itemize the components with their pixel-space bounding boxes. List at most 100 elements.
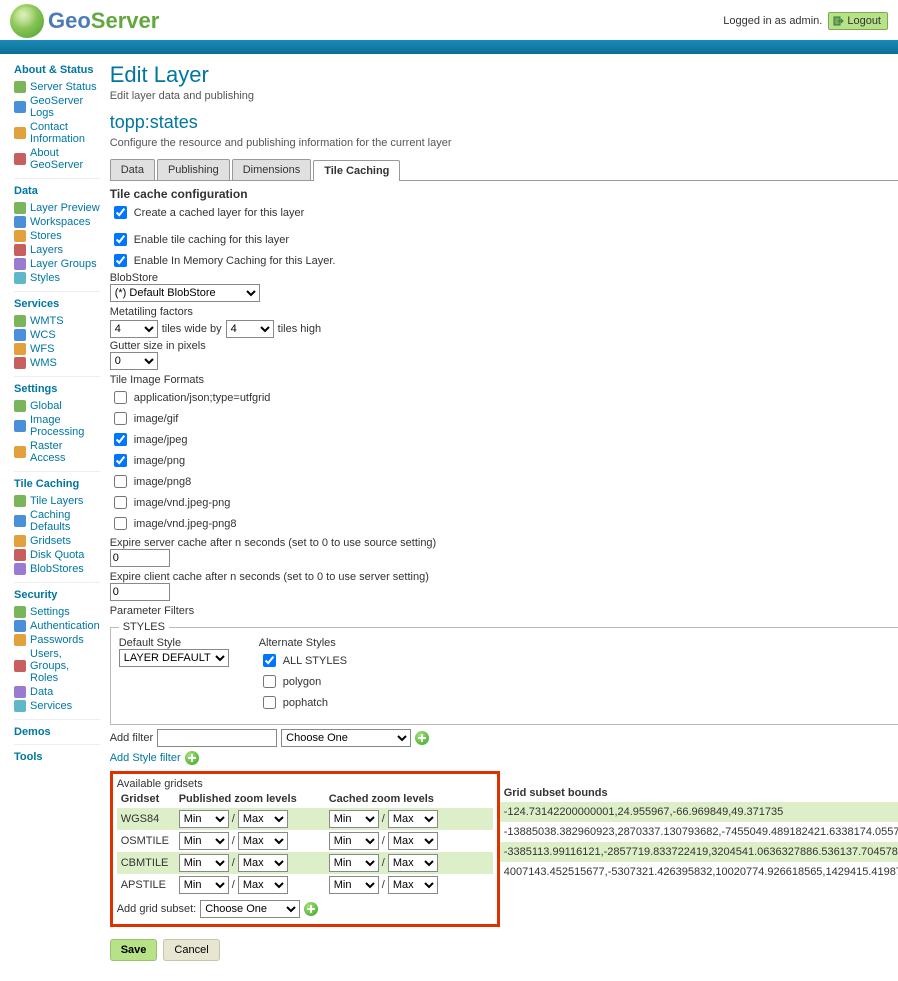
zoom-select[interactable]: Min [329,832,379,850]
save-button[interactable]: Save [110,939,158,961]
zoom-select[interactable]: Min [329,876,379,894]
zoom-select[interactable]: Max [388,876,438,894]
nav-label: Data [30,686,53,698]
bounds-text: -13885038.382960923,2870337.130793682,-7… [504,826,898,838]
nav-item[interactable]: GeoServer Logs [14,94,100,120]
nav-item[interactable]: Global [14,399,100,413]
nav-item[interactable]: Data [14,685,100,699]
nav-item[interactable]: Authentication [14,619,100,633]
enable-tile-checkbox[interactable] [114,233,127,246]
nav-label: Gridsets [30,535,71,547]
tiles-wide-select[interactable]: 4 [110,320,158,338]
nav-item[interactable]: Caching Defaults [14,508,100,534]
nav-label: Contact Information [30,121,100,145]
add-filter-select[interactable]: Choose One [281,729,411,747]
nav-icon [14,563,26,575]
nav-item[interactable]: Image Processing [14,413,100,439]
format-label: image/vnd.jpeg-png [134,497,231,509]
format-checkbox[interactable] [114,496,127,509]
nav-item[interactable]: Stores [14,229,100,243]
tiles-high-select[interactable]: 4 [226,320,274,338]
zoom-select[interactable]: Min [179,854,229,872]
nav-item[interactable]: Workspaces [14,215,100,229]
nav-item[interactable]: WMS [14,356,100,370]
zoom-select[interactable]: Max [238,832,288,850]
sidebar: About & StatusServer StatusGeoServer Log… [0,54,104,981]
alt-style-checkbox[interactable] [263,675,276,688]
tab-dimensions[interactable]: Dimensions [232,159,311,180]
zoom-select[interactable]: Min [329,810,379,828]
nav-icon [14,202,26,214]
exp-client-input[interactable] [110,583,170,601]
nav-item[interactable]: Passwords [14,633,100,647]
exp-server-input[interactable] [110,549,170,567]
col-bounds: Grid subset bounds [500,784,898,802]
nav-item[interactable]: Contact Information [14,120,100,146]
nav-item[interactable]: Services [14,699,100,713]
nav-item[interactable]: About GeoServer [14,146,100,172]
add-filter-input[interactable] [157,729,277,747]
nav-icon [14,495,26,507]
tab-publishing[interactable]: Publishing [157,159,230,180]
nav-item[interactable]: Raster Access [14,439,100,465]
gridset-name: APSTILE [117,874,175,896]
format-checkbox[interactable] [114,475,127,488]
zoom-select[interactable]: Max [388,832,438,850]
nav-item[interactable]: WMTS [14,314,100,328]
nav-item[interactable]: Tile Layers [14,494,100,508]
format-checkbox[interactable] [114,391,127,404]
zoom-select[interactable]: Min [179,832,229,850]
nav-demos-h[interactable]: Demos [14,726,100,738]
format-checkbox[interactable] [114,433,127,446]
nav-item[interactable]: Layers [14,243,100,257]
add-filter-label: Add filter [110,732,153,744]
zoom-select[interactable]: Min [329,854,379,872]
add-grid-subset-select[interactable]: Choose One [200,900,300,918]
alt-style-checkbox[interactable] [263,696,276,709]
create-cached-checkbox[interactable] [114,206,127,219]
nav-icon [14,343,26,355]
gutter-select[interactable]: 0 [110,352,158,370]
zoom-select[interactable]: Max [388,810,438,828]
param-filters-label: Parameter Filters [110,605,898,617]
zoom-select[interactable]: Max [238,876,288,894]
add-icon[interactable] [185,751,199,765]
nav-item[interactable]: WCS [14,328,100,342]
format-checkbox[interactable] [114,412,127,425]
nav-item[interactable]: Disk Quota [14,548,100,562]
add-icon[interactable] [415,731,429,745]
nav-item[interactable]: WFS [14,342,100,356]
nav-tools-h[interactable]: Tools [14,751,100,763]
nav-icon [14,634,26,646]
layer-name: topp:states [110,112,898,133]
nav-label: WCS [30,329,56,341]
nav-item[interactable]: Gridsets [14,534,100,548]
tab-tile-caching[interactable]: Tile Caching [313,160,400,181]
nav-label: Global [30,400,62,412]
tab-data[interactable]: Data [110,159,155,180]
metatiling-label: Metatiling factors [110,306,898,318]
logout-button[interactable]: Logout [828,12,888,30]
nav-item[interactable]: Server Status [14,80,100,94]
zoom-select[interactable]: Min [179,876,229,894]
zoom-select[interactable]: Min [179,810,229,828]
nav-item[interactable]: Layer Groups [14,257,100,271]
nav-item[interactable]: Styles [14,271,100,285]
alt-style-checkbox[interactable] [263,654,276,667]
zoom-select[interactable]: Max [238,854,288,872]
cancel-button[interactable]: Cancel [163,939,219,961]
nav-item[interactable]: Settings [14,605,100,619]
enable-mem-checkbox[interactable] [114,254,127,267]
zoom-select[interactable]: Max [238,810,288,828]
blobstore-select[interactable]: (*) Default BlobStore [110,284,260,302]
add-style-filter-link[interactable]: Add Style filter [110,752,181,764]
default-style-select[interactable]: LAYER DEFAULT [119,649,229,667]
nav-item[interactable]: Users, Groups, Roles [14,647,100,685]
format-checkbox[interactable] [114,517,127,530]
nav-item[interactable]: Layer Preview [14,201,100,215]
logo[interactable]: GeoServer [10,4,159,38]
add-icon[interactable] [304,902,318,916]
format-checkbox[interactable] [114,454,127,467]
nav-item[interactable]: BlobStores [14,562,100,576]
zoom-select[interactable]: Max [388,854,438,872]
